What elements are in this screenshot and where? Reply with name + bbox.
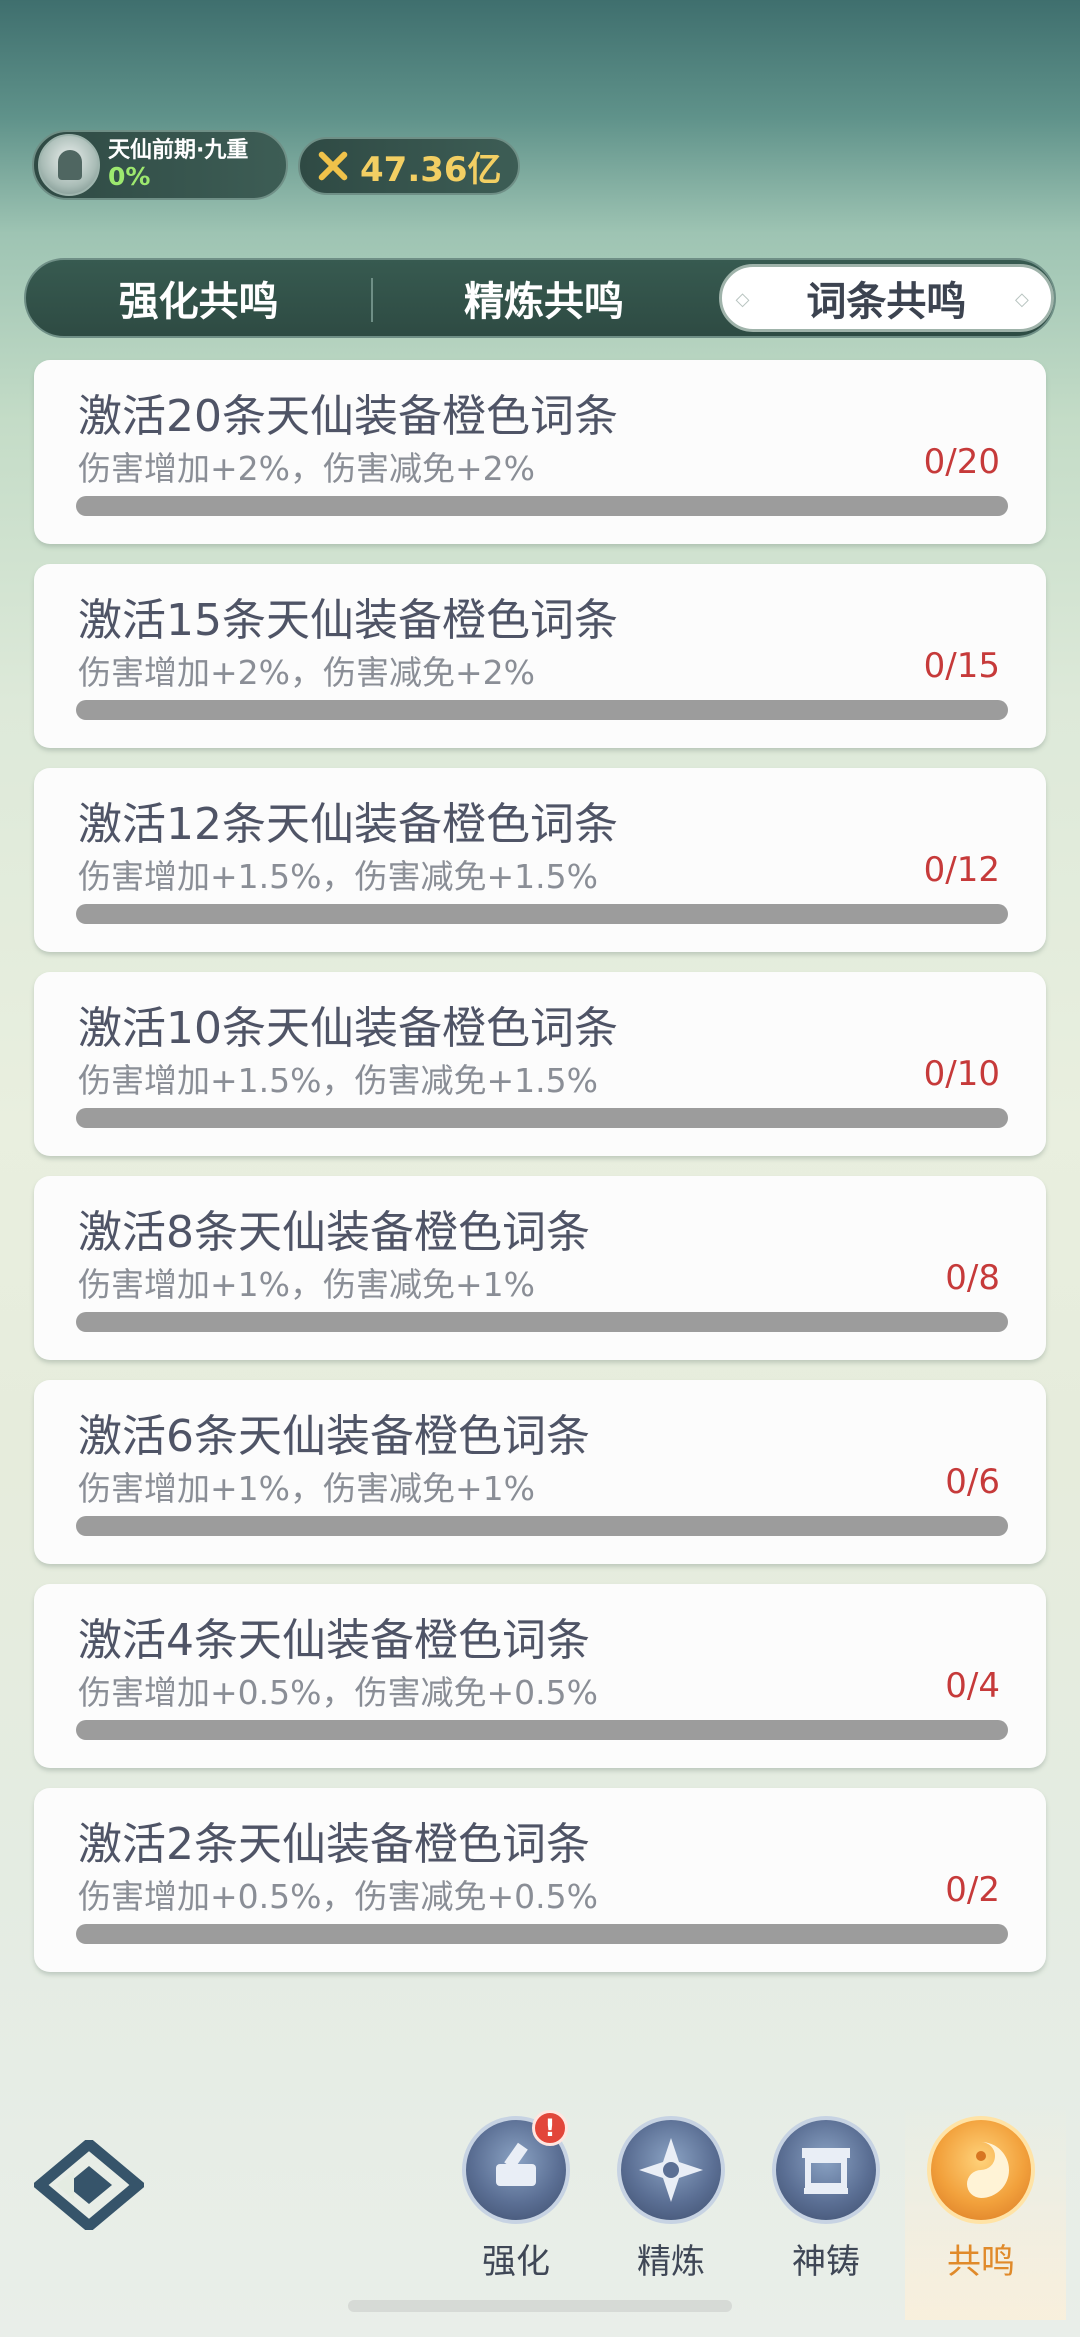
tab-enhance-resonance[interactable]: 强化共鸣 xyxy=(26,260,371,336)
nav-label: 精炼 xyxy=(637,2242,705,2282)
list-item[interactable]: 激活20条天仙装备橙色词条 伤害增加+2%，伤害减免+2% 0/20 xyxy=(34,360,1046,544)
card-count: 0/4 xyxy=(945,1666,1000,1706)
back-button[interactable] xyxy=(31,2136,147,2234)
card-title: 激活20条天仙装备橙色词条 xyxy=(78,391,618,442)
immortal-avatar-icon xyxy=(38,134,100,196)
divine-forge-icon xyxy=(772,2116,880,2224)
list-item[interactable]: 激活12条天仙装备橙色词条 伤害增加+1.5%，伤害减免+1.5% 0/12 xyxy=(34,768,1046,952)
back-diamond-icon xyxy=(31,2136,147,2234)
nav-label: 共鸣 xyxy=(947,2242,1015,2282)
nav-divine-forge[interactable]: 神铸 xyxy=(750,2110,905,2320)
progress-bar xyxy=(76,1924,1008,1944)
card-count: 0/2 xyxy=(945,1870,1000,1910)
progress-bar xyxy=(76,1312,1008,1332)
card-title: 激活15条天仙装备橙色词条 xyxy=(78,595,618,646)
card-effect: 伤害增加+0.5%，伤害减免+0.5% xyxy=(78,1877,598,1916)
card-title: 激活4条天仙装备橙色词条 xyxy=(78,1615,590,1666)
progress-bar xyxy=(76,1516,1008,1536)
realm-name: 天仙前期·九重 xyxy=(108,137,249,163)
ornament-right-icon: ◇ xyxy=(1015,289,1029,310)
card-title: 激活10条天仙装备橙色词条 xyxy=(78,1003,618,1054)
progress-bar xyxy=(76,1720,1008,1740)
resonance-tabs: 强化共鸣 精炼共鸣 ◇ 词条共鸣 ◇ xyxy=(24,258,1056,338)
refine-icon xyxy=(617,2116,725,2224)
tab-affix-resonance-label: 词条共鸣 xyxy=(806,279,967,325)
nav-label: 强化 xyxy=(482,2242,550,2282)
crossed-swords-icon xyxy=(314,147,352,185)
combat-power-badge[interactable]: 47.36亿 xyxy=(298,137,520,195)
card-title: 激活8条天仙装备橙色词条 xyxy=(78,1207,590,1258)
card-count: 0/20 xyxy=(923,442,1000,482)
card-effect: 伤害增加+2%，伤害减免+2% xyxy=(78,449,536,488)
nav-refine[interactable]: 精炼 xyxy=(595,2110,750,2320)
card-effect: 伤害增加+1.5%，伤害减免+1.5% xyxy=(78,1061,598,1100)
card-count: 0/15 xyxy=(923,646,1000,686)
realm-progress: 0% xyxy=(108,162,151,192)
list-item[interactable]: 激活10条天仙装备橙色词条 伤害增加+1.5%，伤害减免+1.5% 0/10 xyxy=(34,972,1046,1156)
realm-badge[interactable]: 天仙前期·九重 0% xyxy=(32,130,288,200)
progress-bar xyxy=(76,1108,1008,1128)
resonance-icon xyxy=(927,2116,1035,2224)
alert-badge: ! xyxy=(532,2110,568,2146)
progress-bar xyxy=(76,496,1008,516)
list-item[interactable]: 激活4条天仙装备橙色词条 伤害增加+0.5%，伤害减免+0.5% 0/4 xyxy=(34,1584,1046,1768)
card-count: 0/12 xyxy=(923,850,1000,890)
combat-power-value: 47.36亿 xyxy=(360,149,502,190)
bottom-nav: ! 强化 精炼 神铸 共鸣 xyxy=(440,2104,1066,2320)
card-effect: 伤害增加+1.5%，伤害减免+1.5% xyxy=(78,857,598,896)
list-item[interactable]: 激活2条天仙装备橙色词条 伤害增加+0.5%，伤害减免+0.5% 0/2 xyxy=(34,1788,1046,1972)
nav-enhance[interactable]: ! 强化 xyxy=(440,2110,595,2320)
list-item[interactable]: 激活15条天仙装备橙色词条 伤害增加+2%，伤害减免+2% 0/15 xyxy=(34,564,1046,748)
nav-resonance[interactable]: 共鸣 xyxy=(905,2104,1066,2320)
card-title: 激活6条天仙装备橙色词条 xyxy=(78,1411,590,1462)
card-count: 0/10 xyxy=(923,1054,1000,1094)
list-item[interactable]: 激活6条天仙装备橙色词条 伤害增加+1%，伤害减免+1% 0/6 xyxy=(34,1380,1046,1564)
card-effect: 伤害增加+1%，伤害减免+1% xyxy=(78,1469,536,1508)
realm-text: 天仙前期·九重 0% xyxy=(108,138,248,192)
card-title: 激活2条天仙装备橙色词条 xyxy=(78,1819,590,1870)
home-indicator[interactable] xyxy=(348,2300,732,2312)
card-effect: 伤害增加+1%，伤害减免+1% xyxy=(78,1265,536,1304)
card-effect: 伤害增加+0.5%，伤害减免+0.5% xyxy=(78,1673,598,1712)
nav-label: 神铸 xyxy=(792,2242,860,2282)
progress-bar xyxy=(76,700,1008,720)
ornament-left-icon: ◇ xyxy=(735,289,750,310)
tab-affix-resonance[interactable]: ◇ 词条共鸣 ◇ xyxy=(718,264,1055,332)
resonance-list[interactable]: 激活20条天仙装备橙色词条 伤害增加+2%，伤害减免+2% 0/20 激活15条… xyxy=(34,360,1046,1992)
card-title: 激活12条天仙装备橙色词条 xyxy=(78,799,618,850)
card-count: 0/6 xyxy=(945,1462,1000,1502)
list-item[interactable]: 激活8条天仙装备橙色词条 伤害增加+1%，伤害减免+1% 0/8 xyxy=(34,1176,1046,1360)
card-effect: 伤害增加+2%，伤害减免+2% xyxy=(78,653,536,692)
progress-bar xyxy=(76,904,1008,924)
card-count: 0/8 xyxy=(945,1258,1000,1298)
tab-refine-resonance[interactable]: 精炼共鸣 xyxy=(371,260,716,336)
